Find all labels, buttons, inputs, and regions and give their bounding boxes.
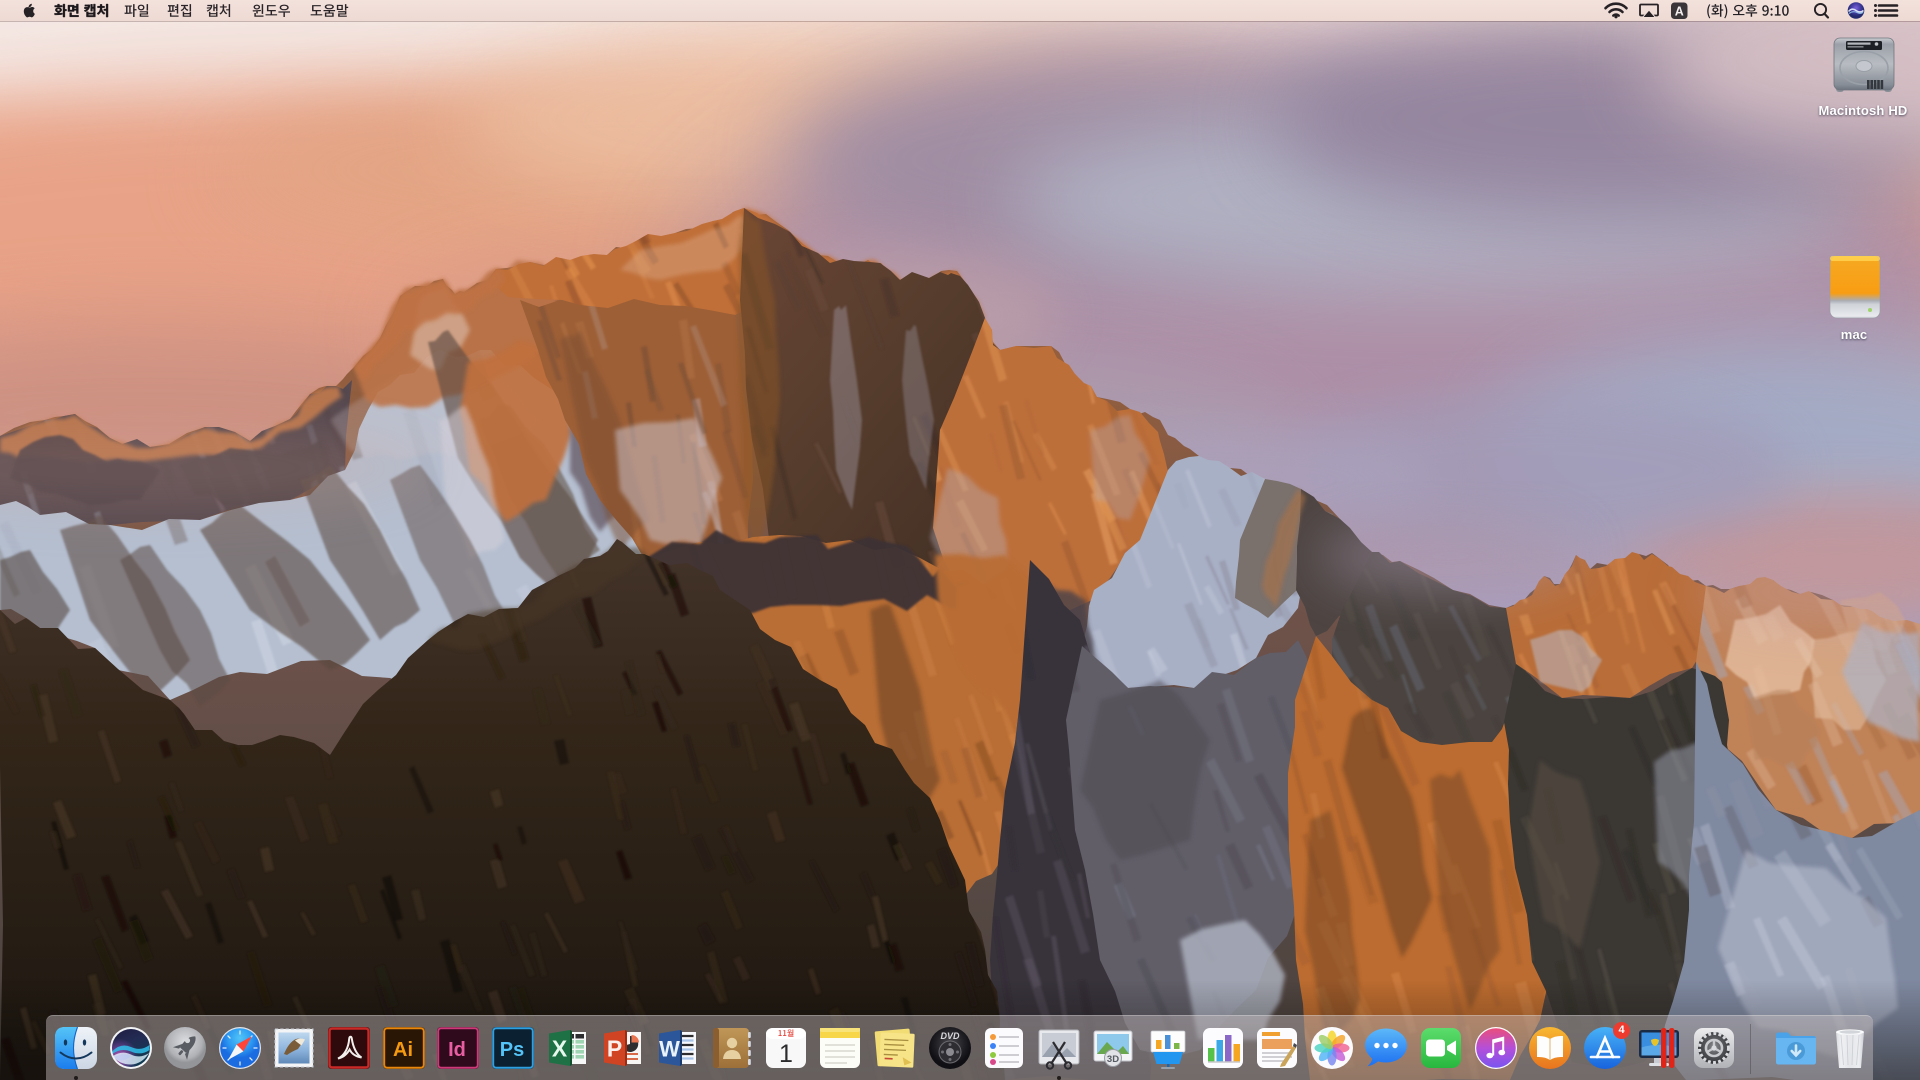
svg-text:A: A <box>1675 4 1684 18</box>
svg-text:3D: 3D <box>1107 1054 1119 1065</box>
svg-text:W: W <box>659 1037 680 1062</box>
svg-text:P: P <box>607 1036 622 1062</box>
svg-text:Ps: Ps <box>500 1039 524 1061</box>
svg-text:Id: Id <box>448 1039 466 1061</box>
svg-text:1: 1 <box>779 1040 793 1068</box>
svg-text:X: X <box>552 1036 568 1062</box>
svg-text:Ai: Ai <box>393 1039 413 1061</box>
svg-text:DVD: DVD <box>940 1031 960 1041</box>
